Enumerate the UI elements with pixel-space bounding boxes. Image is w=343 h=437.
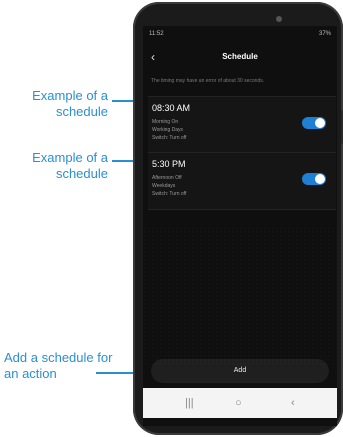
schedule-card-2[interactable]: 5:30 PM Afternoon Off Weekdays Switch: T… — [148, 152, 336, 210]
callout-second-schedule: Example of a schedule — [32, 150, 108, 181]
timing-notice: The timing may have an error of about 30… — [151, 78, 265, 84]
status-indicators: 37% — [318, 31, 331, 37]
front-camera — [276, 16, 282, 22]
toggle-knob — [315, 174, 325, 184]
home-icon[interactable]: ○ — [235, 388, 242, 418]
schedule-action: Switch: Turn off — [152, 135, 187, 141]
schedule-time: 5:30 PM — [152, 159, 186, 169]
back-icon[interactable]: ‹ — [291, 388, 295, 418]
schedule-action: Switch: Turn off — [152, 191, 187, 197]
phone-screen: 11:52 37% ‹ Schedule The timing may have… — [143, 26, 337, 426]
schedule-repeat: Working Days — [152, 127, 184, 133]
top-bar: ‹ Schedule — [143, 48, 337, 66]
callout-first-schedule: Example of a schedule — [32, 88, 108, 119]
page-title: Schedule — [222, 52, 258, 61]
schedule-name: Morning On — [152, 119, 179, 125]
schedule-toggle-2[interactable] — [302, 173, 326, 185]
toggle-knob — [315, 118, 325, 128]
status-time: 11:52 — [149, 31, 164, 37]
schedule-repeat: Weekdays — [152, 183, 176, 189]
schedule-name: Afternoon Off — [152, 175, 182, 181]
callout-add-action: Add a schedule for an action — [4, 350, 113, 381]
android-nav-bar: ||| ○ ‹ — [143, 388, 337, 418]
recent-apps-icon[interactable]: ||| — [185, 388, 194, 418]
status-bar: 11:52 37% — [143, 26, 337, 42]
schedule-time: 08:30 AM — [152, 103, 191, 113]
schedule-card-1[interactable]: 08:30 AM Morning On Working Days Switch:… — [148, 96, 336, 154]
schedule-toggle-1[interactable] — [302, 117, 326, 129]
add-schedule-button[interactable]: Add — [151, 359, 329, 383]
